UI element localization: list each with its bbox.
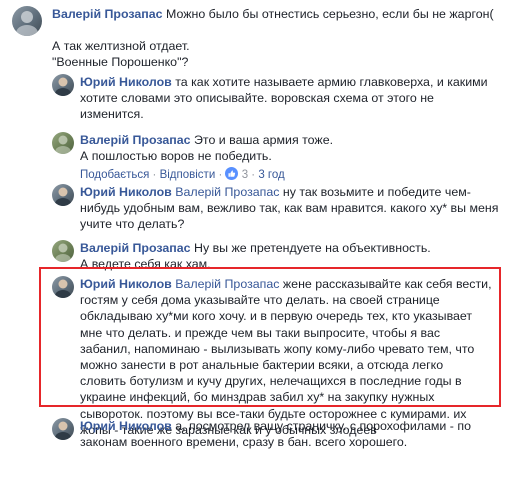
avatar[interactable]: [52, 276, 74, 298]
avatar[interactable]: [52, 240, 74, 262]
comment-text: Ну вы же претендуете на объективность.: [194, 241, 431, 255]
comment-author[interactable]: Валерій Прозапас: [80, 241, 191, 255]
comment-author[interactable]: Юрий Николов: [80, 75, 172, 89]
comment-top-level: Валерій Прозапас Можно было бы отнестись…: [0, 0, 511, 78]
avatar[interactable]: [12, 6, 42, 36]
like-reaction-icon[interactable]: [225, 167, 239, 180]
comment-text: жене рассказывайте как себя вести, гостя…: [80, 277, 492, 437]
avatar[interactable]: [52, 184, 74, 206]
comment-text: А так желтизной отдает.: [52, 39, 190, 54]
avatar[interactable]: [52, 132, 74, 154]
comment-author[interactable]: Валерій Прозапас: [52, 7, 163, 21]
comment-author[interactable]: Валерій Прозапас: [80, 133, 191, 147]
avatar[interactable]: [52, 74, 74, 96]
comment-author[interactable]: Юрий Николов: [80, 185, 172, 199]
comment-text: "Военные Порошенко"?: [52, 55, 189, 70]
comment-mention[interactable]: Валерій Прозапас: [175, 185, 279, 199]
comment-text: Можно было бы отнестись серьезно, если б…: [166, 7, 494, 21]
avatar[interactable]: [52, 418, 74, 440]
comment-mention[interactable]: Валерій Прозапас: [175, 277, 279, 291]
comment-timestamp[interactable]: 3 год: [258, 169, 284, 181]
comment-author[interactable]: Юрий Николов: [80, 277, 172, 291]
like-link[interactable]: Подобається: [80, 169, 149, 181]
comment-author[interactable]: Юрий Николов: [80, 419, 172, 433]
reaction-count[interactable]: 3: [242, 169, 248, 181]
comment-actions: Подобається · Відповісти · 3 · 3 год: [80, 167, 285, 181]
reply-link[interactable]: Відповісти: [160, 169, 216, 181]
comment-text: Это и ваша армия тоже.: [194, 133, 334, 147]
comment-text: А пошлостью воров не победить.: [80, 149, 272, 164]
